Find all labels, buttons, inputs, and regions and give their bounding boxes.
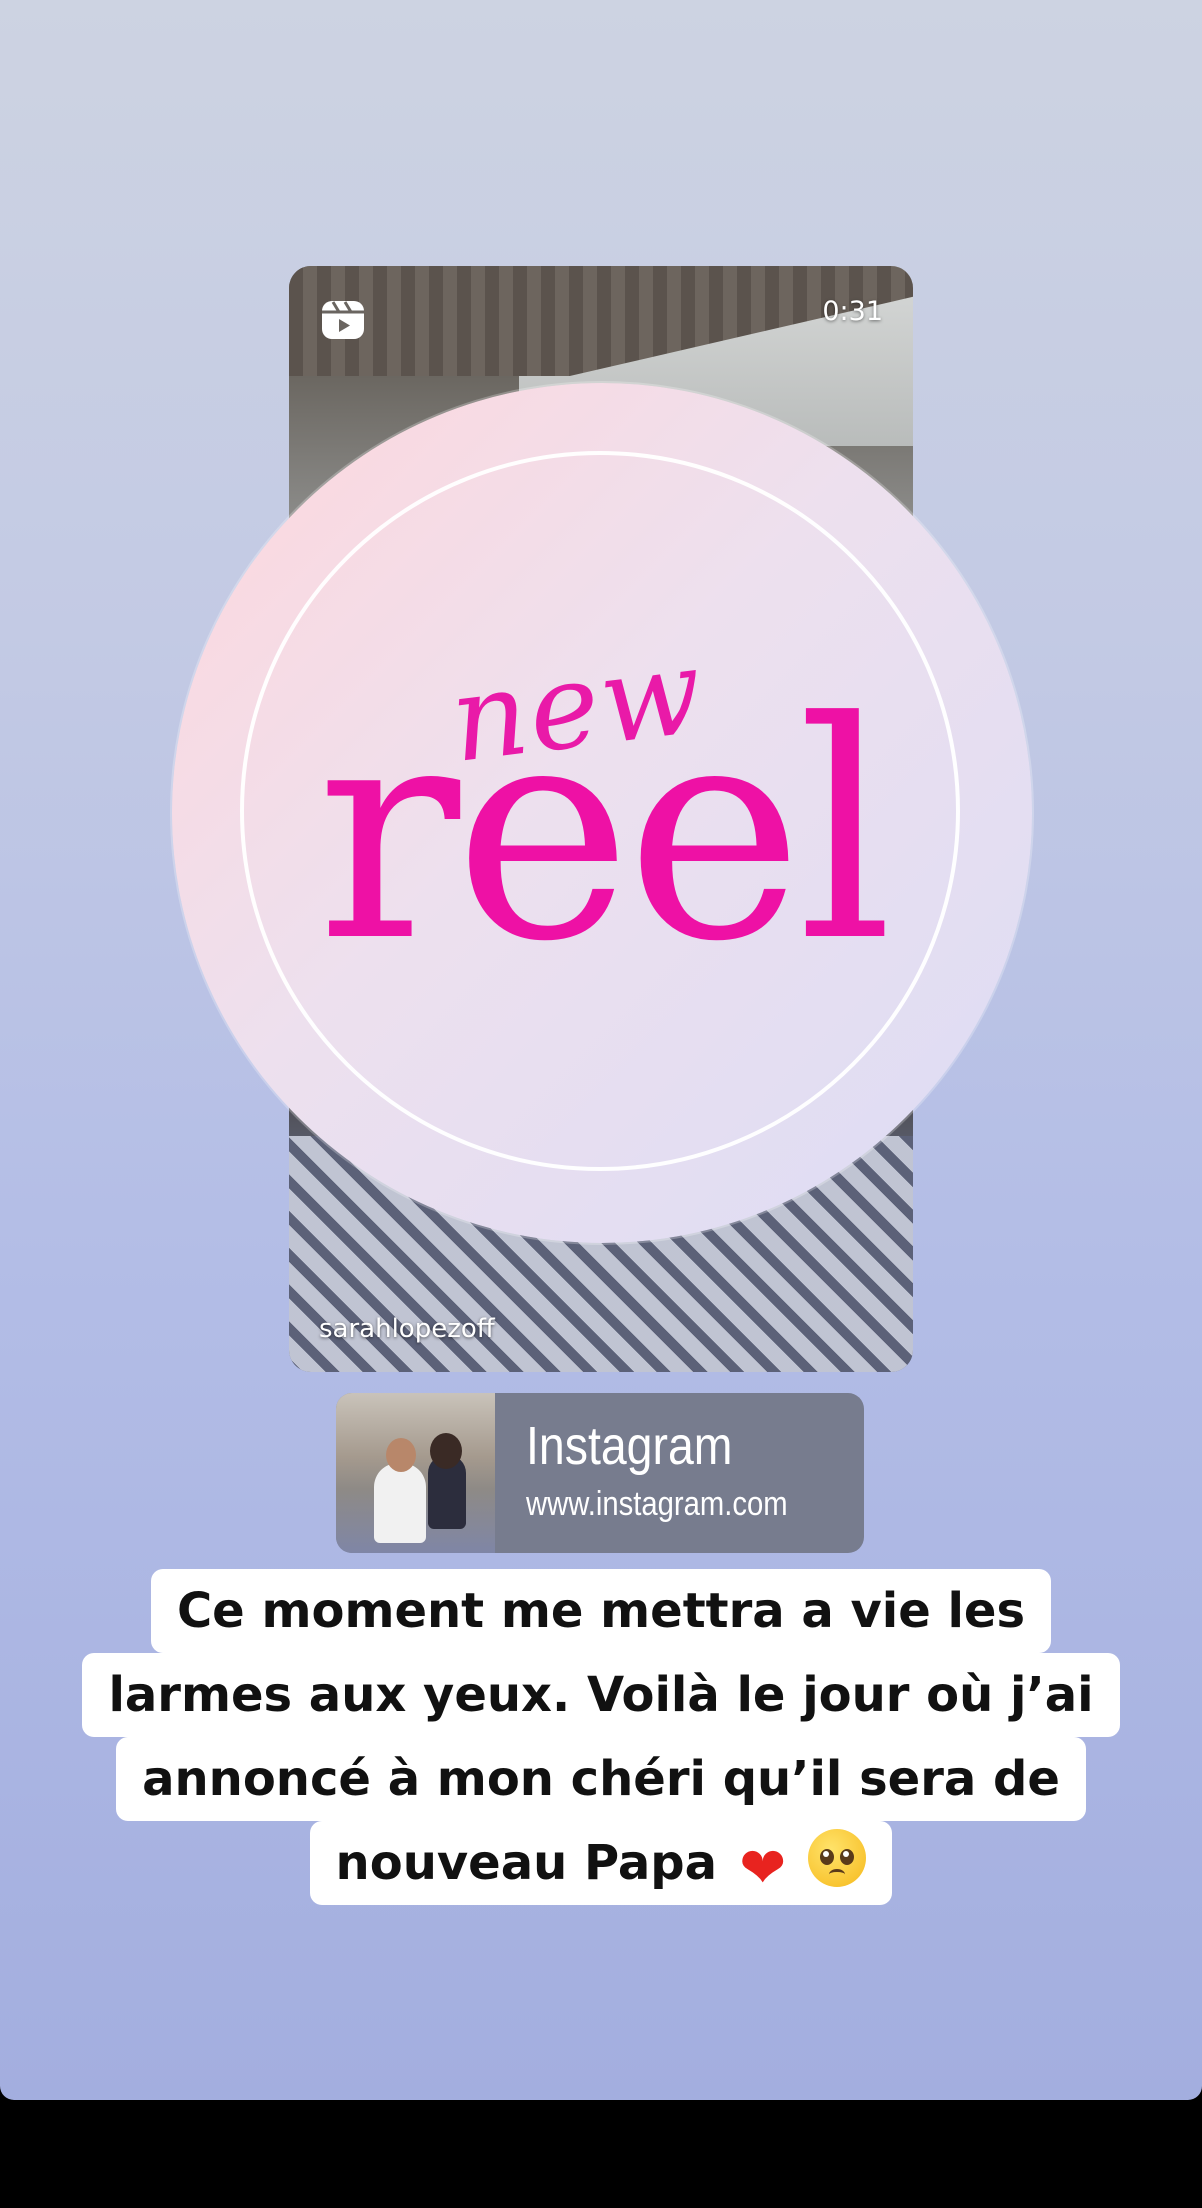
red-heart-icon: ❤	[739, 1836, 787, 1901]
caption: Ce moment me mettra a vie les larmes aux…	[0, 1569, 1202, 1906]
reels-icon	[319, 296, 367, 344]
link-sticker[interactable]: Instagram www.instagram.com	[336, 1393, 864, 1553]
reel-duration: 0:31	[822, 296, 883, 327]
caption-line-text: nouveau Papa	[335, 1835, 718, 1891]
pleading-face-icon	[808, 1829, 867, 1887]
link-url: www.instagram.com	[526, 1485, 788, 1523]
story-canvas: 0:31 sarahlopezoff new reel Instagram ww…	[0, 0, 1202, 2100]
link-thumbnail	[336, 1393, 495, 1553]
thumbnail-person-woman-head	[430, 1433, 462, 1469]
thumbnail-person-man	[374, 1463, 426, 1543]
caption-line: larmes aux yeux. Voilà le jour où j’ai	[82, 1653, 1120, 1737]
caption-line-last: nouveau Papa ❤	[309, 1821, 893, 1905]
caption-line: annoncé à mon chéri qu’il sera de	[116, 1737, 1086, 1821]
caption-line: Ce moment me mettra a vie les	[150, 1569, 1052, 1653]
reel-username: sarahlopezoff	[319, 1314, 495, 1344]
sticker-reel-text: reel	[316, 658, 893, 1007]
link-title: Instagram	[526, 1416, 733, 1476]
thumbnail-person-man-head	[386, 1438, 416, 1472]
new-reel-sticker: new reel	[172, 383, 1032, 1243]
